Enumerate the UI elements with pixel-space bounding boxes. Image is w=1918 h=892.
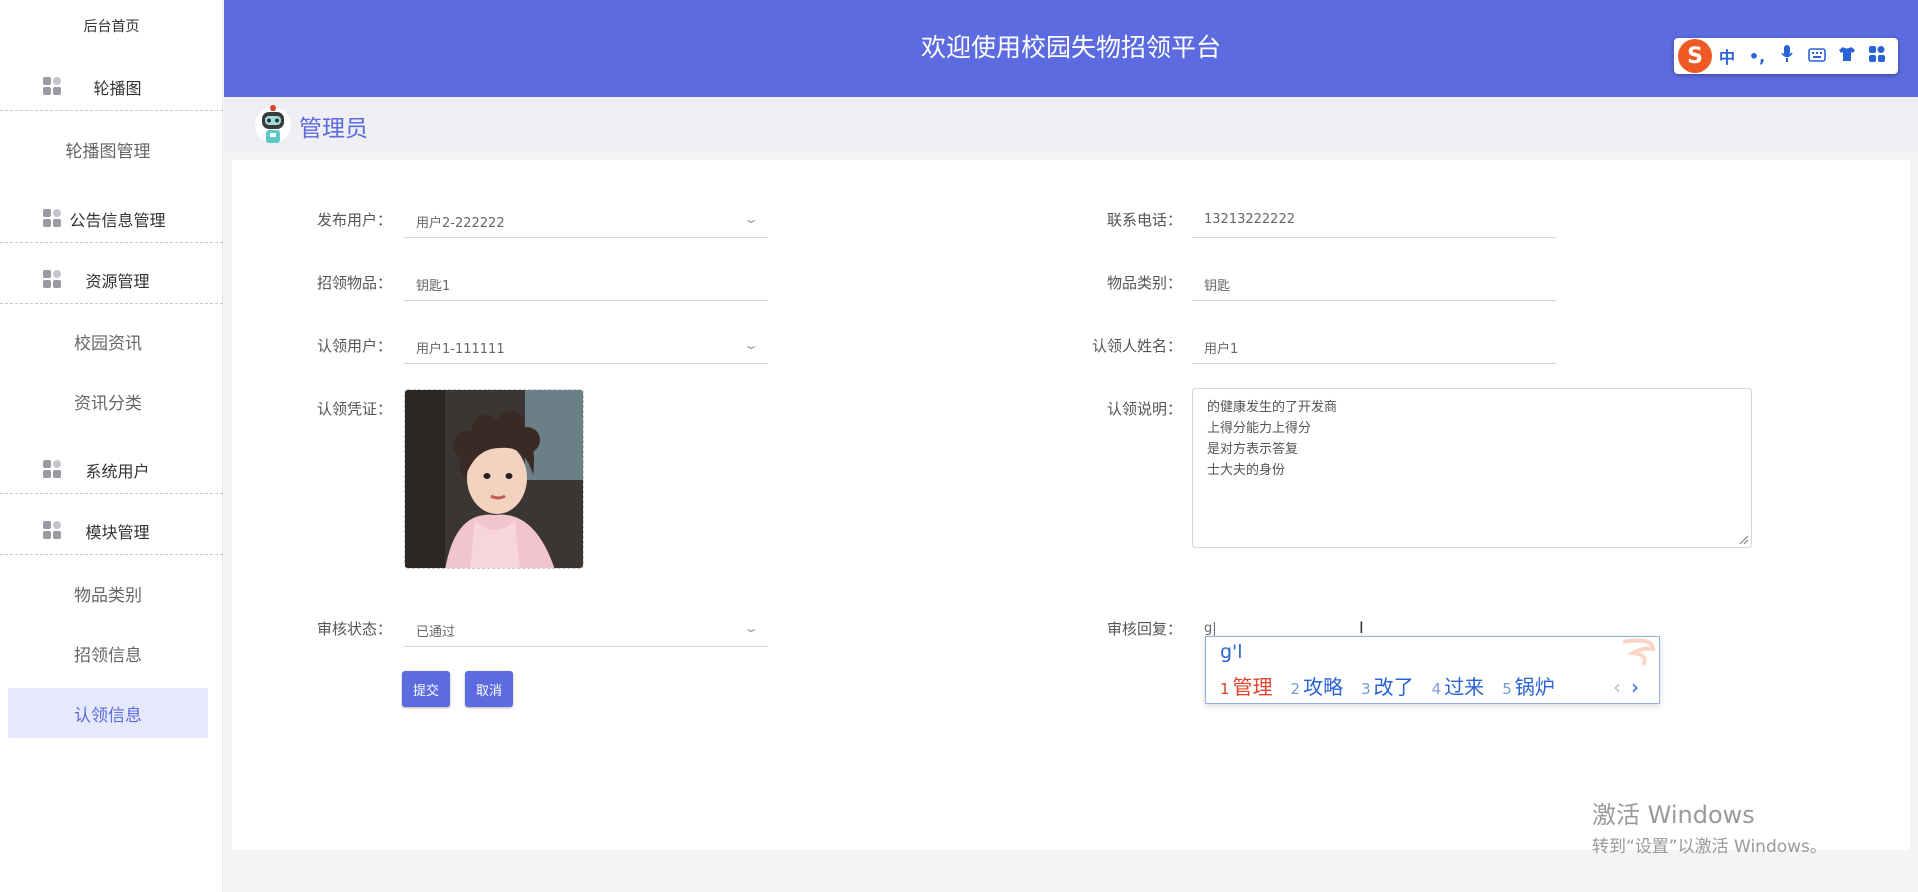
resize-grip-icon[interactable]	[1739, 535, 1749, 545]
category-label: 物品类别：	[1106, 274, 1182, 292]
sidebar-item-news-category[interactable]: 资讯分类	[8, 376, 208, 426]
item-label: 招领物品：	[316, 274, 392, 292]
sidebar-group-label: 公告信息管理	[69, 210, 166, 230]
module-grid-icon	[43, 521, 63, 541]
sidebar-group-label: 资源管理	[85, 271, 150, 291]
sidebar-item-found-info[interactable]: 招领信息	[8, 628, 208, 678]
publisher-label: 发布用户：	[316, 211, 392, 229]
skin-shirt-icon[interactable]	[1832, 46, 1862, 66]
item-field[interactable]: 钥匙1	[404, 265, 768, 301]
phone-label: 联系电话：	[1106, 211, 1182, 229]
claimer-value: 用户1-111111	[416, 342, 505, 357]
sidebar: 后台首页 轮播图 轮播图管理 公告信息管理 资源管理 校园资讯 资讯分类 系统用…	[0, 0, 223, 892]
module-grid-icon	[43, 77, 63, 97]
status-select[interactable]: 已通过 ⌄	[404, 611, 768, 647]
sogou-logo-icon[interactable]: S	[1678, 39, 1712, 73]
description-textarea[interactable]: 的健康发生的了开发商 上得分能力上得分 是对方表示答复 士大夫的身份	[1192, 388, 1752, 548]
proof-photo[interactable]	[404, 389, 584, 569]
chevron-down-icon: ⌄	[742, 621, 760, 635]
subheader: 管理员	[224, 97, 1918, 153]
reply-label: 审核回复：	[1106, 620, 1182, 638]
claimer-name-label: 认领人姓名：	[1091, 337, 1182, 355]
apps-grid-icon[interactable]	[1862, 46, 1892, 66]
ime-candidate[interactable]: 1 管理	[1220, 671, 1273, 700]
module-grid-icon	[43, 209, 63, 229]
description-line: 的健康发生的了开发商	[1207, 400, 1338, 415]
status-value: 已通过	[416, 625, 456, 640]
claim-form-card: 发布用户： 用户2-222222 ⌄ 联系电话： 13213222222 招领物…	[232, 160, 1910, 850]
module-grid-icon	[43, 270, 63, 290]
role-title: 管理员	[299, 116, 368, 142]
ime-prev-page-icon[interactable]: ‹	[1613, 675, 1621, 699]
sidebar-group-notice[interactable]: 公告信息管理	[0, 195, 223, 243]
proof-label: 认领凭证：	[316, 400, 392, 418]
sidebar-group-carousel[interactable]: 轮播图	[0, 63, 223, 111]
category-value: 钥匙	[1204, 279, 1231, 294]
sidebar-group-users[interactable]: 系统用户	[0, 446, 223, 494]
sidebar-item-campus-news[interactable]: 校园资讯	[8, 316, 208, 366]
text-cursor-icon: I	[1359, 618, 1364, 637]
description-label: 认领说明：	[1106, 400, 1182, 418]
ime-candidate[interactable]: 3 改了	[1361, 671, 1414, 700]
claimer-name-field[interactable]: 用户1	[1192, 328, 1556, 364]
ime-chinese-mode-button[interactable]: 中	[1712, 44, 1742, 68]
ime-candidate-list: 1 管理 2 攻略 3 改了 4 过来 5 锅炉	[1220, 671, 1555, 700]
sidebar-home-link[interactable]: 后台首页	[0, 16, 223, 36]
ime-candidate[interactable]: 2 攻略	[1291, 671, 1344, 700]
submit-button[interactable]: 提交	[402, 671, 450, 707]
ime-punctuation-button[interactable]: •,	[1742, 47, 1772, 66]
description-line: 士大夫的身份	[1207, 463, 1286, 478]
phone-value: 13213222222	[1204, 212, 1295, 227]
ime-candidate[interactable]: 4 过来	[1432, 671, 1485, 700]
description-line: 是对方表示答复	[1207, 442, 1299, 457]
ime-next-page-icon[interactable]: ›	[1631, 675, 1639, 699]
sidebar-group-label: 模块管理	[85, 522, 150, 542]
sidebar-item-carousel-manage[interactable]: 轮播图管理	[8, 124, 208, 174]
claimer-name-value: 用户1	[1204, 342, 1239, 357]
reply-value: g|	[1204, 621, 1217, 636]
ime-composition-text: g'l	[1220, 641, 1243, 663]
category-field[interactable]: 钥匙	[1192, 265, 1556, 301]
chevron-down-icon: ⌄	[742, 338, 760, 352]
page-title: 欢迎使用校园失物招领平台	[920, 33, 1221, 62]
ime-candidate[interactable]: 5 锅炉	[1502, 671, 1555, 700]
microphone-icon[interactable]	[1772, 45, 1802, 67]
keyboard-icon[interactable]	[1802, 47, 1832, 66]
sidebar-group-label: 轮播图	[93, 78, 142, 98]
publisher-select[interactable]: 用户2-222222 ⌄	[404, 202, 768, 238]
cancel-button[interactable]: 取消	[465, 671, 513, 707]
robot-avatar-icon	[254, 105, 292, 145]
description-line: 上得分能力上得分	[1207, 421, 1312, 436]
windows-activation-watermark: 激活 Windows 转到“设置”以激活 Windows。	[1592, 795, 1827, 857]
top-header: 欢迎使用校园失物招领平台 S 中 •,	[224, 0, 1918, 97]
phone-field[interactable]: 13213222222	[1192, 202, 1556, 238]
sidebar-group-resources[interactable]: 资源管理	[0, 256, 223, 304]
sidebar-group-modules[interactable]: 模块管理	[0, 507, 223, 555]
claimer-label: 认领用户：	[316, 337, 392, 355]
watermark-title: 激活 Windows	[1592, 801, 1755, 829]
module-grid-icon	[43, 460, 63, 480]
watermark-subtitle: 转到“设置”以激活 Windows。	[1592, 837, 1827, 857]
sogou-watermark-icon	[1622, 638, 1656, 667]
sidebar-item-claim-info[interactable]: 认领信息	[8, 688, 208, 738]
ime-toolbar[interactable]: S 中 •,	[1674, 38, 1898, 74]
chevron-down-icon: ⌄	[742, 212, 760, 226]
sidebar-group-label: 系统用户	[85, 461, 150, 481]
claimer-select[interactable]: 用户1-111111 ⌄	[404, 328, 768, 364]
ime-candidate-popup[interactable]: g'l 1 管理 2 攻略 3 改了 4 过来 5 锅炉 ‹ ›	[1205, 636, 1660, 704]
status-label: 审核状态：	[316, 620, 392, 638]
publisher-value: 用户2-222222	[416, 216, 505, 231]
sidebar-item-item-category[interactable]: 物品类别	[8, 568, 208, 618]
item-value: 钥匙1	[416, 279, 451, 294]
